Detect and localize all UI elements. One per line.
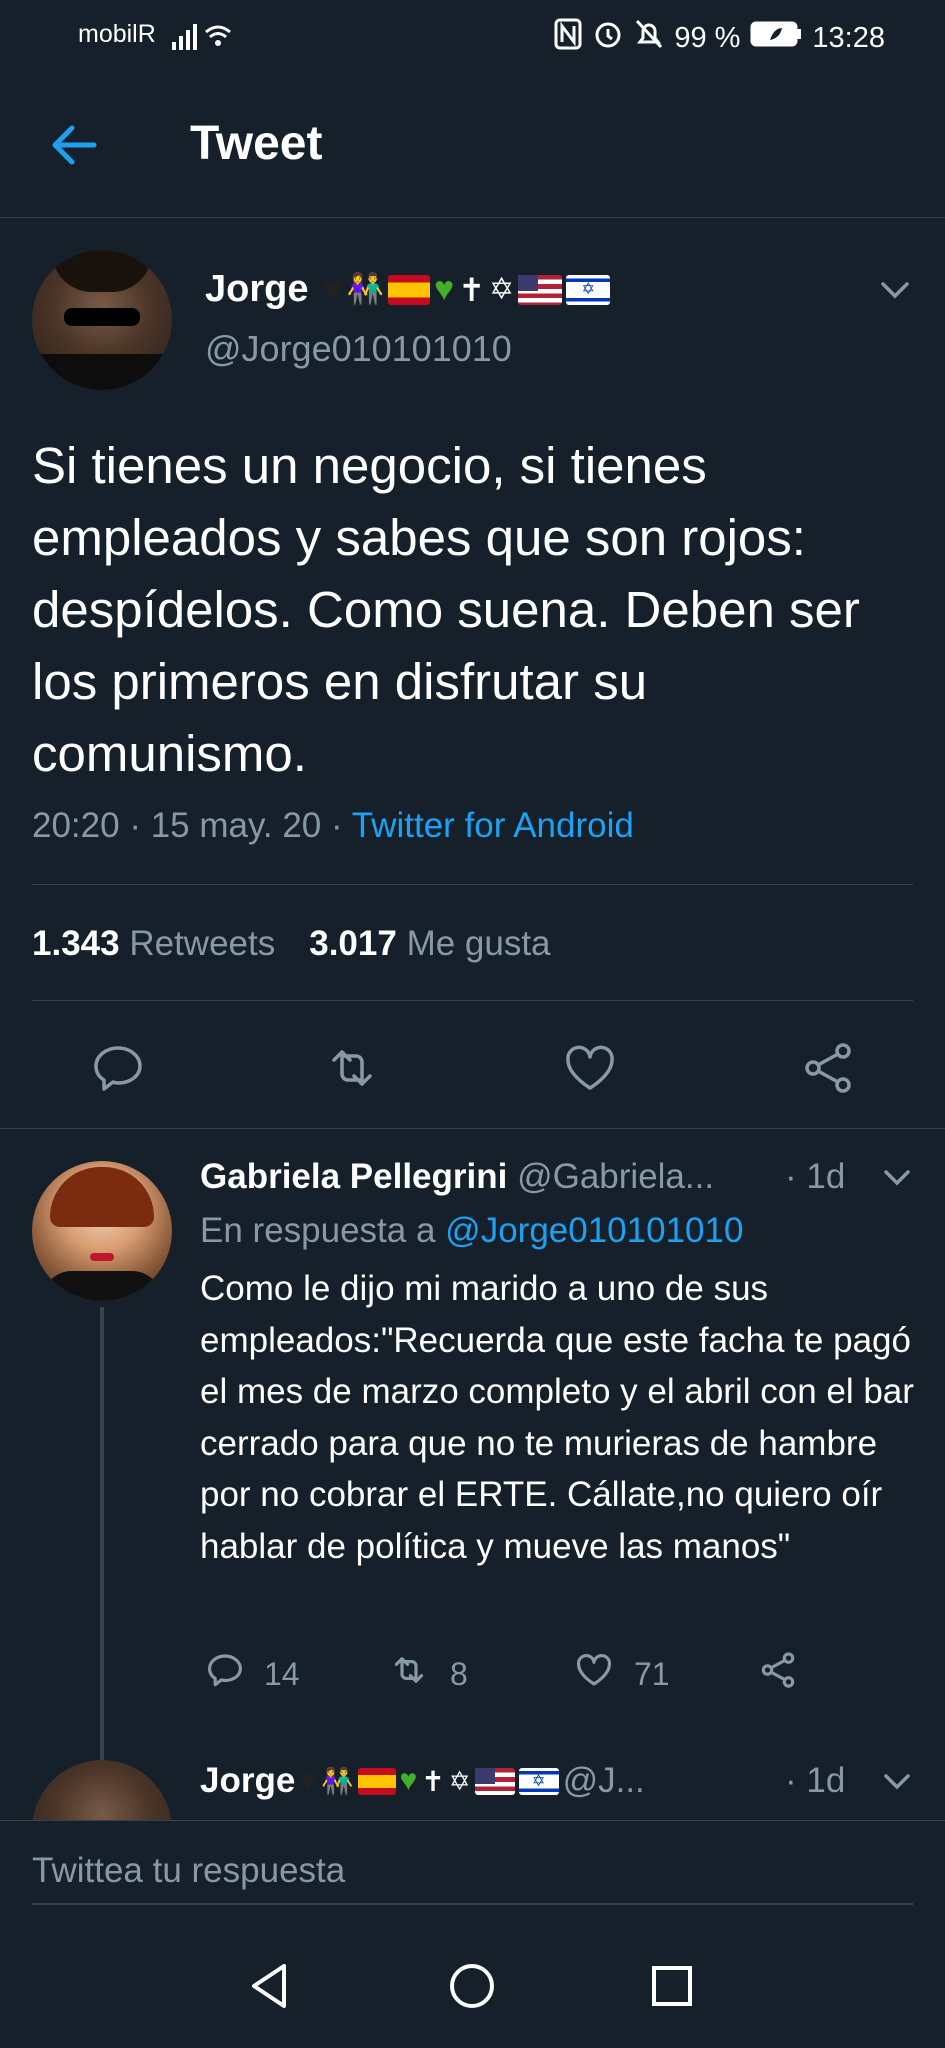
heart-icon[interactable] (560, 1038, 620, 1098)
recents-square-icon[interactable] (642, 1956, 702, 2016)
reply-reply-button[interactable]: 14 (204, 1649, 300, 1699)
avatar[interactable] (32, 250, 172, 390)
mute-icon (634, 18, 664, 58)
replying-to: En respuesta a @Jorge010101010 (200, 1211, 743, 1251)
emoji-row: ♥ 👫 ♥ ✝ ✡ ✡ (322, 270, 611, 309)
reply-input[interactable] (32, 1839, 913, 1905)
tweet-meta: 20:20 · 15 may. 20 · Twitter for Android (32, 806, 634, 846)
carrier-label: mobilR (78, 20, 156, 48)
tweet-actions (0, 1038, 945, 1128)
reply-icon (204, 1649, 246, 1699)
mention-link[interactable]: @Jorge010101010 (445, 1211, 743, 1250)
black-heart-icon: ♥ (299, 1764, 318, 1797)
green-heart-icon: ♥ (434, 270, 455, 308)
avatar-glasses (64, 308, 140, 326)
reply-like-button[interactable]: 71 (572, 1649, 670, 1699)
usa-flag-icon (474, 1767, 515, 1795)
tweet-source-link[interactable]: Twitter for Android (352, 806, 634, 845)
avatar-hair (52, 250, 152, 292)
reply2-author-row[interactable]: Jorge ♥ 👫 ♥ ✝ ✡ ✡ @J... (200, 1761, 645, 1801)
reply-composer (0, 1820, 945, 1928)
retweet-icon[interactable] (322, 1038, 382, 1098)
spain-flag-icon (388, 274, 431, 305)
retweets-stat[interactable]: 1.343 Retweets (32, 924, 275, 964)
israel-flag-icon: ✡ (518, 1767, 559, 1795)
like-count: 71 (634, 1655, 670, 1692)
author-name: Jorge (205, 268, 309, 310)
chevron-down-icon[interactable] (879, 1159, 915, 1195)
reply-icon[interactable] (88, 1038, 148, 1098)
tweet-date: 15 may. 20 (150, 806, 322, 845)
signal-icon (170, 18, 240, 62)
reply-author-row[interactable]: Gabriela Pellegrini @Gabriela... (200, 1157, 714, 1197)
avatar[interactable] (32, 1760, 172, 1820)
chevron-down-icon[interactable] (875, 270, 915, 310)
back-triangle-icon[interactable] (240, 1956, 300, 2016)
divider (32, 884, 913, 885)
back-arrow-icon[interactable] (44, 115, 104, 175)
avatar-coat (32, 354, 172, 390)
israel-flag-icon: ✡ (566, 274, 611, 305)
spain-flag-icon (357, 1767, 396, 1795)
reply-time: · 1d (785, 1157, 846, 1196)
reply-tweet-2[interactable]: Jorge ♥ 👫 ♥ ✝ ✡ ✡ @J... · 1d (0, 1755, 945, 1820)
meta-separator: · (129, 806, 151, 845)
system-nav-bar (0, 1928, 945, 2048)
heart-icon (572, 1649, 616, 1699)
likes-stat[interactable]: 3.017 Me gusta (309, 924, 550, 964)
avatar[interactable] (32, 1161, 172, 1301)
cross-icon: ✝ (421, 1765, 445, 1797)
retweets-label: Retweets (129, 924, 276, 963)
meta-separator: · (331, 806, 352, 845)
reply-actions: 14 8 71 (200, 1649, 920, 1699)
reply-author-handle: @Gabriela... (517, 1157, 715, 1196)
retweet-count: 8 (450, 1655, 468, 1692)
tweet-stats: 1.343 Retweets 3.017 Me gusta (32, 924, 551, 964)
black-heart-icon: ♥ (322, 270, 343, 308)
replying-prefix: En respuesta a (200, 1211, 436, 1250)
reply-text: Como le dijo mi marido a uno de sus empl… (200, 1269, 914, 1566)
nfc-icon (554, 18, 582, 58)
section-divider (0, 1128, 945, 1129)
reply-author-name: Gabriela Pellegrini (200, 1157, 508, 1196)
reply2-author-name: Jorge (200, 1761, 296, 1800)
status-bar: mobilR 99 % 13:28 (0, 0, 945, 70)
reply-retweet-button[interactable]: 8 (386, 1649, 468, 1699)
green-heart-icon: ♥ (399, 1764, 418, 1797)
app-header: Tweet (0, 70, 945, 218)
reply-count: 14 (264, 1655, 300, 1692)
divider (32, 1000, 913, 1001)
couple-icon: 👫 (321, 1765, 354, 1796)
star-of-david-icon: ✡ (448, 1765, 471, 1796)
author-name-row[interactable]: Jorge ♥ 👫 ♥ ✝ ✡ ✡ (205, 268, 611, 311)
retweet-icon (386, 1649, 432, 1699)
tweet-text: Si tienes un negocio, si tienes empleado… (32, 437, 860, 782)
cross-icon: ✝ (458, 271, 486, 308)
likes-label: Me gusta (406, 924, 551, 963)
alarm-icon (592, 18, 624, 58)
retweets-count: 1.343 (32, 924, 120, 963)
couple-icon: 👫 (346, 273, 385, 306)
author-handle[interactable]: @Jorge010101010 (205, 328, 512, 370)
share-icon (756, 1649, 800, 1699)
likes-count: 3.017 (309, 924, 397, 963)
avatar-hair (50, 1167, 154, 1227)
reply2-time: · 1d (785, 1761, 846, 1800)
battery-label: 99 % (674, 21, 741, 54)
page-title: Tweet (190, 117, 323, 170)
clock: 13:28 (812, 21, 885, 54)
avatar-clothing (42, 1271, 162, 1301)
tweet-time: 20:20 (32, 806, 120, 845)
avatar-lips (90, 1253, 114, 1261)
home-circle-icon[interactable] (442, 1956, 502, 2016)
battery-icon (750, 20, 802, 56)
reply2-author-handle: @J... (562, 1761, 645, 1800)
share-icon[interactable] (798, 1038, 858, 1098)
reply-share-button[interactable] (756, 1649, 800, 1699)
usa-flag-icon (518, 274, 563, 305)
chevron-down-icon[interactable] (879, 1763, 915, 1799)
star-of-david-icon: ✡ (489, 273, 515, 306)
